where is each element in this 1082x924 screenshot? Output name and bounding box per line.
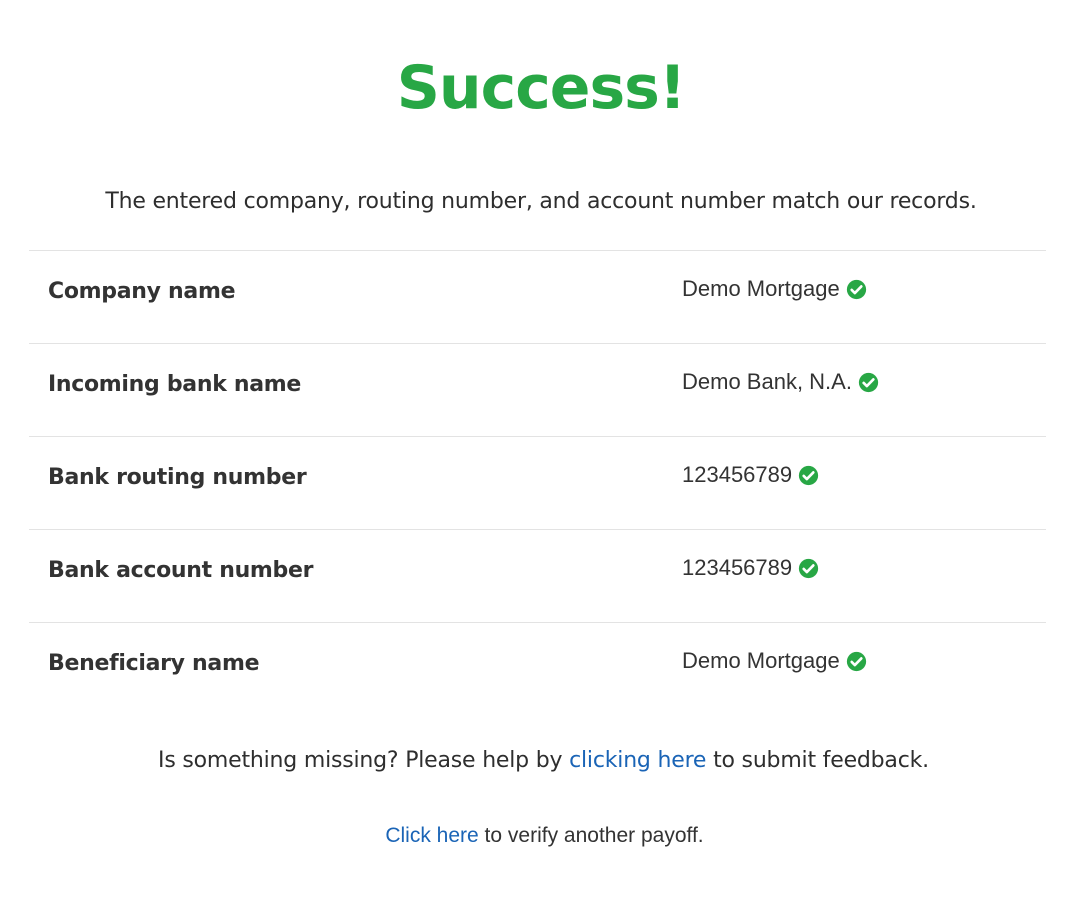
result-row-bank-routing-number: Bank routing number 123456789 [29,436,1046,529]
result-row-company-name: Company name Demo Mortgage [29,250,1046,343]
row-value-container: Demo Mortgage [682,645,867,677]
result-row-bank-account-number: Bank account number 123456789 [29,529,1046,622]
check-circle-icon [798,558,819,579]
check-circle-icon [798,465,819,486]
row-label: Company name [48,279,236,304]
success-message: The entered company, routing number, and… [105,189,977,214]
row-value-container: 123456789 [682,552,819,584]
row-label: Bank routing number [48,465,307,490]
check-circle-icon [846,279,867,300]
result-row-incoming-bank-name: Incoming bank name Demo Bank, N.A. [29,343,1046,436]
check-circle-icon [846,651,867,672]
row-value-container: Demo Bank, N.A. [682,366,879,398]
row-label: Incoming bank name [48,372,302,397]
row-value: 123456789 [682,462,793,487]
verify-another-prompt: Click here to verify another payoff. [0,820,1082,852]
feedback-prefix: Is something missing? Please help by [158,748,570,773]
check-circle-icon [858,372,879,393]
row-label: Bank account number [48,558,314,583]
page-title: Success! [396,53,687,123]
row-value-container: 123456789 [682,459,819,491]
row-value: Demo Mortgage [682,276,840,301]
result-row-beneficiary-name: Beneficiary name Demo Mortgage [29,622,1046,715]
feedback-suffix: to submit feedback. [706,748,929,773]
verify-suffix: to verify another payoff. [478,824,704,847]
verify-another-link[interactable]: Click here [385,824,478,847]
row-value: 123456789 [682,555,793,580]
feedback-prompt: Is something missing? Please help by cli… [0,744,1082,778]
row-value-container: Demo Mortgage [682,273,867,305]
feedback-link[interactable]: clicking here [569,748,706,773]
row-value: Demo Mortgage [682,648,840,673]
row-label: Beneficiary name [48,651,260,676]
row-value: Demo Bank, N.A. [682,369,852,394]
verification-results: Company name Demo Mortgage Incoming bank… [29,250,1046,715]
